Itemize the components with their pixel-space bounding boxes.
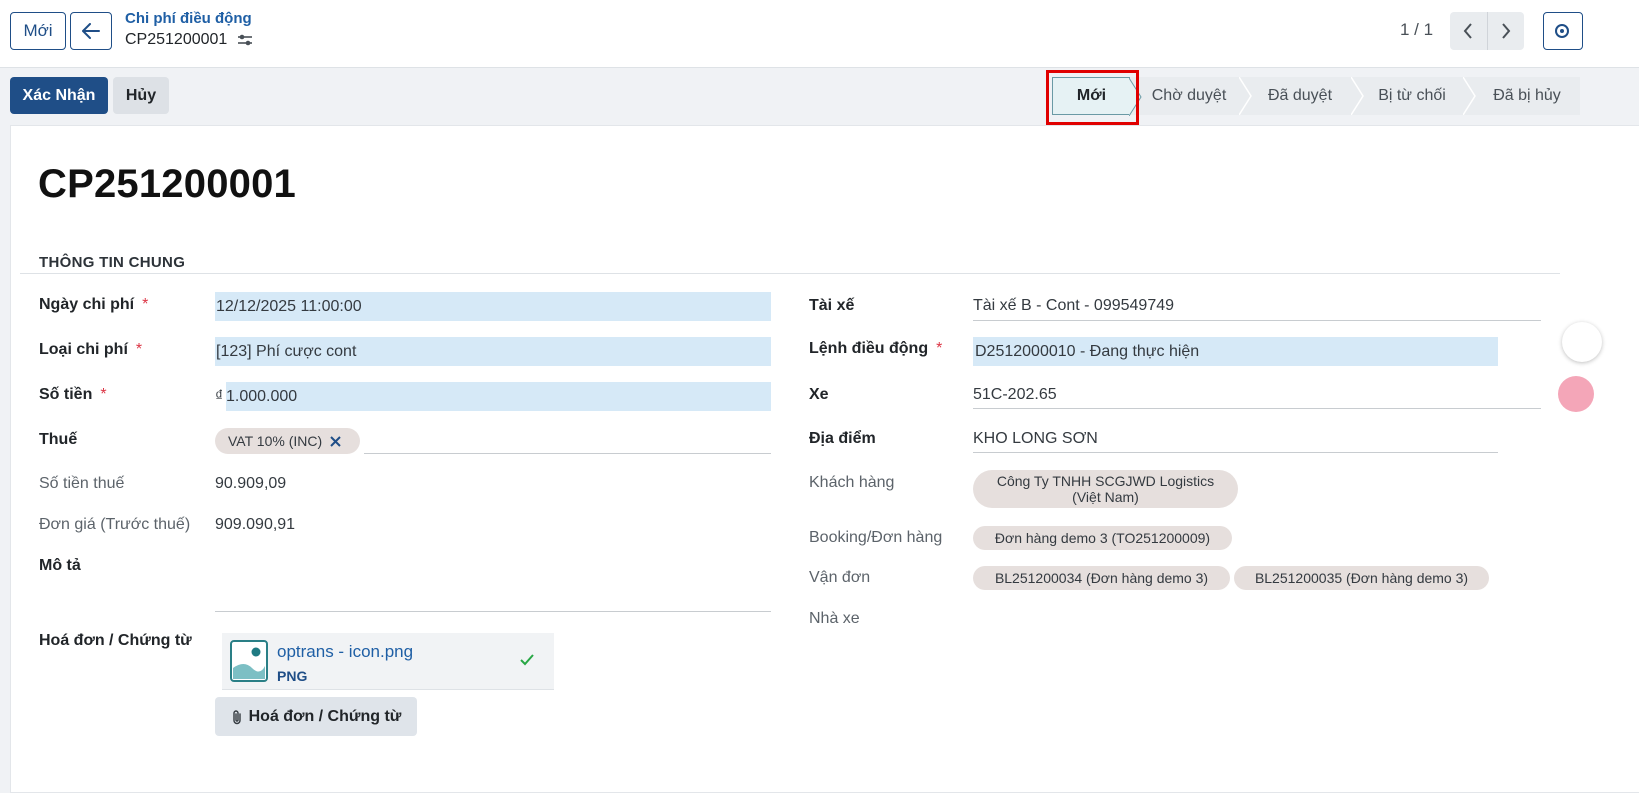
unit-price-label: Đơn giá (Trước thuế): [39, 516, 191, 533]
expense-type-input[interactable]: [123] Phí cược cont: [215, 337, 771, 366]
tax-amount-value: 90.909,09: [215, 475, 287, 492]
stage-rejected[interactable]: Bị từ chối: [1352, 77, 1476, 115]
floating-widget-button[interactable]: [1562, 322, 1602, 362]
booking-label: Booking/Đơn hàng: [809, 529, 943, 546]
amount-currency-symbol: ₫: [215, 388, 224, 405]
carrier-label: Nhà xe: [809, 610, 860, 627]
vehicle-underline: [973, 408, 1541, 409]
back-button[interactable]: [70, 12, 112, 50]
tax-input-underline[interactable]: [364, 453, 771, 454]
confirm-button[interactable]: Xác Nhận: [10, 77, 108, 114]
breadcrumb-current: CP251200001: [125, 31, 253, 49]
attachment-card[interactable]: optrans - icon.png PNG: [222, 633, 554, 690]
pager-next-button[interactable]: [1486, 12, 1525, 50]
tax-label: Thuế: [39, 431, 78, 448]
attach-invoice-button-label: Hoá đơn / Chứng từ: [248, 707, 402, 725]
attachment-type: PNG: [277, 668, 308, 684]
location-underline: [973, 452, 1498, 453]
expense-type-label-text: Loại chi phí: [39, 341, 128, 358]
amount-label: Số tiền *: [39, 386, 107, 403]
customer-tag-line1: Công Ty TNHH SCGJWD Logistics: [996, 473, 1215, 489]
new-record-button[interactable]: Mới: [10, 12, 66, 50]
location-label: Địa điểm: [809, 430, 876, 447]
tax-tag-label: VAT 10% (INC): [228, 433, 323, 449]
vehicle-input[interactable]: 51C-202.65: [973, 386, 1057, 404]
dispatch-order-label-text: Lệnh điều động: [809, 340, 929, 357]
attach-invoice-button[interactable]: Hoá đơn / Chứng từ: [215, 697, 417, 736]
pager-previous-button[interactable]: [1450, 12, 1487, 50]
invoice-label: Hoá đơn / Chứng từ: [39, 632, 192, 649]
form-sheet: [10, 125, 1639, 793]
stage-new[interactable]: Mới: [1052, 77, 1142, 116]
stage-label: Bị từ chối: [1378, 87, 1446, 104]
stage-label: Đã duyệt: [1267, 87, 1333, 104]
section-divider: [20, 273, 1560, 274]
close-icon[interactable]: [330, 435, 341, 447]
location-input[interactable]: KHO LONG SƠN: [973, 430, 1098, 448]
chevron-right-icon: [1501, 23, 1511, 39]
image-file-icon: [230, 640, 268, 682]
stage-pending[interactable]: Chờ duyệt: [1130, 77, 1252, 115]
stage-arrow-icon: [1351, 77, 1364, 115]
chevron-left-icon: [1463, 23, 1473, 39]
amount-input[interactable]: 1.000.000: [226, 382, 771, 411]
bill-of-lading-tag[interactable]: BL251200034 (Đơn hàng demo 3): [973, 566, 1230, 590]
amount-label-text: Số tiền: [39, 386, 93, 403]
customer-tag-line2: (Việt Nam): [1072, 489, 1139, 505]
section-title: THÔNG TIN CHUNG: [39, 254, 186, 271]
description-label: Mô tả: [39, 557, 81, 574]
expense-date-input[interactable]: 12/12/2025 11:00:00: [215, 292, 771, 321]
stage-label: Đã bị hủy: [1493, 87, 1561, 104]
gear-icon: [1555, 24, 1569, 38]
driver-label: Tài xế: [809, 297, 855, 314]
cancel-button[interactable]: Hủy: [113, 77, 169, 114]
record-title: CP251200001: [38, 162, 296, 206]
floating-chat-button[interactable]: [1558, 376, 1594, 412]
stage-label: Chờ duyệt: [1151, 87, 1227, 104]
stage-label: Mới: [1076, 87, 1107, 104]
tax-tag: VAT 10% (INC): [215, 428, 360, 454]
expense-date-label: Ngày chi phí *: [39, 296, 149, 313]
stage-approved[interactable]: Đã duyệt: [1240, 77, 1364, 115]
tax-amount-label: Số tiền thuế: [39, 475, 125, 492]
expense-date-label-text: Ngày chi phí: [39, 296, 135, 313]
stage-arrow-icon: [1463, 77, 1476, 115]
pager-buttons: [1450, 12, 1524, 50]
attachment-name[interactable]: optrans - icon.png: [277, 642, 413, 662]
vehicle-label: Xe: [809, 386, 829, 403]
stage-cancelled[interactable]: Đã bị hủy: [1464, 77, 1580, 115]
booking-tag[interactable]: Đơn hàng demo 3 (TO251200009): [973, 526, 1232, 550]
paperclip-icon: [232, 709, 241, 724]
pager-value[interactable]: 1 / 1: [1400, 20, 1433, 40]
dispatch-order-label: Lệnh điều động *: [809, 340, 943, 357]
settings-sliders-icon[interactable]: [237, 33, 253, 47]
bill-of-lading-label: Vận đơn: [809, 569, 871, 586]
checkmark-icon: [520, 654, 534, 666]
customer-label: Khách hàng: [809, 474, 895, 491]
status-bar: Mới Chờ duyệt Đã duyệt Bị từ chối Đã bị …: [1052, 77, 1580, 116]
stage-arrow-icon: [1239, 77, 1252, 115]
stage-arrow-icon: [1129, 78, 1142, 116]
driver-underline: [973, 320, 1541, 321]
dispatch-order-input[interactable]: D2512000010 - Đang thực hiện: [973, 337, 1498, 366]
unit-price-value: 909.090,91: [215, 516, 296, 533]
customer-tag[interactable]: Công Ty TNHH SCGJWD Logistics (Việt Nam): [973, 470, 1238, 508]
control-panel: Mới Chi phí điều động CP251200001 1 / 1: [0, 0, 1639, 68]
description-input[interactable]: [215, 611, 771, 612]
bill-of-lading-tag[interactable]: BL251200035 (Đơn hàng demo 3): [1234, 566, 1489, 590]
breadcrumb-parent[interactable]: Chi phí điều động: [125, 10, 252, 27]
expense-type-label: Loại chi phí *: [39, 341, 143, 358]
breadcrumb-current-label: CP251200001: [125, 31, 228, 48]
arrow-left-icon: [82, 23, 100, 39]
driver-input[interactable]: Tài xế B - Cont - 099549749: [973, 297, 1174, 315]
cog-button[interactable]: [1543, 12, 1583, 50]
